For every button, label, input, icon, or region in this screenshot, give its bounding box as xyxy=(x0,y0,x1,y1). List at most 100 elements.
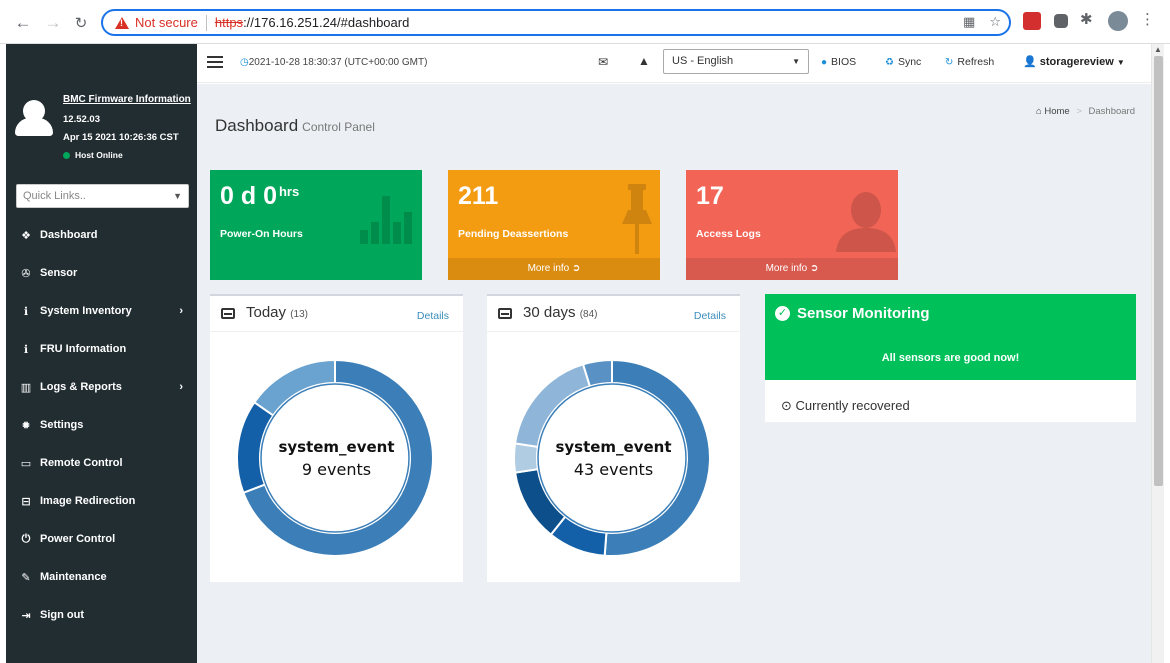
profile-avatar[interactable] xyxy=(1108,11,1128,31)
language-select[interactable]: US - English ▼ xyxy=(663,49,809,74)
bar-chart-icon: ▥ xyxy=(20,381,32,394)
envelope-icon[interactable]: ✉ xyxy=(598,55,608,69)
breadcrumb-home[interactable]: ⌂ Home xyxy=(1036,106,1070,117)
sidebar-item-label: Dashboard xyxy=(40,229,98,241)
extension-icon[interactable] xyxy=(1054,14,1068,28)
sidebar-item-label: Image Redirection xyxy=(40,495,136,507)
today-panel: Today (13) Details system_event 9 events xyxy=(210,294,463,582)
chevron-right-icon: › xyxy=(179,381,183,393)
today-title: Today (13) xyxy=(246,304,308,321)
inbox-icon xyxy=(498,308,512,319)
qr-code-icon[interactable]: ▦ xyxy=(963,14,975,30)
hamburger-menu-icon[interactable] xyxy=(207,56,223,68)
sidebar-item-sign-out[interactable]: ⇥ Sign out xyxy=(6,596,197,634)
dashboard-icon: ❖ xyxy=(21,229,31,242)
wrench-icon: ✎ xyxy=(21,571,31,584)
sidebar-item-label: Sensor xyxy=(40,267,78,279)
today-center-value: 9 events xyxy=(301,460,372,479)
back-icon[interactable]: ← xyxy=(12,12,34,34)
sidebar-item-settings[interactable]: ✹ Settings xyxy=(6,406,197,444)
bios-button[interactable]: ● BIOS xyxy=(821,56,856,68)
more-menu-icon[interactable]: ⋮ xyxy=(1140,10,1158,28)
host-status: Host Online xyxy=(63,150,123,160)
monitor-icon: ▭ xyxy=(20,457,32,470)
page-scrollbar[interactable]: ▲ xyxy=(1151,44,1164,663)
user-menu[interactable]: 👤 storagereview ▼ xyxy=(1023,55,1125,68)
pdf-extension-icon[interactable] xyxy=(1023,12,1041,30)
month-center-value: 43 events xyxy=(573,460,654,479)
info-icon: ℹ xyxy=(23,343,29,356)
power-on-hours-box: 0 d 0 hrs Power-On Hours xyxy=(210,170,422,280)
refresh-button[interactable]: ↻ Refresh xyxy=(945,56,994,68)
today-donut-chart[interactable] xyxy=(235,358,435,558)
scrollbar-thumb[interactable] xyxy=(1154,56,1163,486)
reload-icon[interactable]: ↻ xyxy=(70,12,92,34)
arrow-circle-right-icon: ➲ xyxy=(810,263,819,274)
sidebar-item-label: Logs & Reports xyxy=(40,381,122,393)
browser-toolbar: ← → ↻ Not secure https://176.16.251.24/#… xyxy=(0,0,1170,44)
access-more-info[interactable]: More info ➲ xyxy=(686,258,898,280)
sidebar-item-image-redirection[interactable]: ⊟ Image Redirection xyxy=(6,482,197,520)
sidebar-item-label: Power Control xyxy=(40,533,116,545)
today-details-link[interactable]: Details xyxy=(417,310,449,322)
forward-icon[interactable]: → xyxy=(42,12,64,34)
sign-out-icon: ⇥ xyxy=(21,609,31,622)
today-center-label: system_event xyxy=(278,438,395,456)
sidebar-item-remote-control[interactable]: ▭ Remote Control xyxy=(6,444,197,482)
caret-down-icon: ▼ xyxy=(173,191,182,201)
home-icon: ⌂ xyxy=(1035,106,1042,117)
pending-label: Pending Deassertions xyxy=(458,228,569,240)
sensor-icon: ✇ xyxy=(21,267,31,280)
sync-button[interactable]: ♻ Sync xyxy=(885,56,921,68)
scroll-up-icon: ▲ xyxy=(1154,45,1162,54)
sidebar-item-logs-reports[interactable]: ▥ Logs & Reports › xyxy=(6,368,197,406)
breadcrumb-current: Dashboard xyxy=(1088,106,1135,117)
sidebar-item-sensor[interactable]: ✇ Sensor xyxy=(6,254,197,292)
status-dot-icon xyxy=(63,151,70,159)
clock-icon: ◷ xyxy=(240,57,249,68)
sidebar-item-label: Maintenance xyxy=(40,571,107,583)
pending-deassertions-box: 211 Pending Deassertions More info ➲ xyxy=(448,170,660,280)
sync-icon: ♻ xyxy=(885,56,894,68)
top-header: ◷2021-10-28 18:30:37 (UTC+00:00 GMT) ✉ ▲… xyxy=(197,44,1151,83)
fw-info-link[interactable]: BMC Firmware Information xyxy=(63,94,191,105)
sidebar-item-system-inventory[interactable]: ℹ System Inventory › xyxy=(6,292,197,330)
sidebar-item-label: Settings xyxy=(40,419,84,431)
puzzle-icon[interactable]: ✱ xyxy=(1080,10,1098,28)
month-donut-chart[interactable] xyxy=(512,358,712,558)
power-on-label: Power-On Hours xyxy=(220,228,303,240)
sidebar-item-power-control[interactable]: ⏻ Power Control xyxy=(6,520,197,558)
drive-icon: ⊟ xyxy=(21,495,31,508)
refresh-icon: ↻ xyxy=(945,56,954,68)
page-title: Dashboard Control Panel xyxy=(215,116,375,135)
info-icon: ℹ xyxy=(23,305,29,318)
sidebar-item-label: System Inventory xyxy=(40,305,132,317)
sensor-monitoring-panel: ✓ Sensor Monitoring All sensors are good… xyxy=(765,294,1136,422)
month-details-link[interactable]: Details xyxy=(694,310,726,322)
sensor-status: All sensors are good now! xyxy=(881,352,1020,364)
pending-more-info[interactable]: More info ➲ xyxy=(448,258,660,280)
url-text[interactable]: https://176.16.251.24/#dashboard xyxy=(215,15,409,30)
pushpin-icon xyxy=(622,184,652,254)
address-bar[interactable]: Not secure https://176.16.251.24/#dashbo… xyxy=(101,9,1011,36)
sidebar-item-dashboard[interactable]: ❖ Dashboard xyxy=(6,216,197,254)
access-label: Access Logs xyxy=(696,228,761,240)
sidebar-item-fru-information[interactable]: ℹ FRU Information xyxy=(6,330,197,368)
sidebar-item-maintenance[interactable]: ✎ Maintenance xyxy=(6,558,197,596)
inbox-icon xyxy=(221,308,235,319)
sensor-title: Sensor Monitoring xyxy=(797,305,930,322)
month-center-label: system_event xyxy=(555,438,672,456)
alert-icon[interactable]: ▲ xyxy=(638,54,650,68)
not-secure-label[interactable]: Not secure xyxy=(135,15,198,30)
user-panel: BMC Firmware Information 12.52.03 Apr 15… xyxy=(6,44,197,174)
bookmark-star-icon[interactable]: ☆ xyxy=(989,14,1001,30)
datetime: ◷2021-10-28 18:30:37 (UTC+00:00 GMT) xyxy=(240,57,428,68)
sidebar-item-label: Sign out xyxy=(40,609,84,621)
sidebar-menu: ❖ Dashboard ✇ Sensor ℹ System Inventory › ℹ FRU … xyxy=(6,216,197,634)
quick-links-select[interactable]: Quick Links.. ▼ xyxy=(16,184,189,208)
recovered-status: ⊙ Currently recovered xyxy=(781,398,910,413)
warning-icon xyxy=(115,16,129,29)
gear-icon: ✹ xyxy=(21,419,31,432)
sidebar-item-label: FRU Information xyxy=(40,343,127,355)
month-donut-hole xyxy=(537,383,687,533)
